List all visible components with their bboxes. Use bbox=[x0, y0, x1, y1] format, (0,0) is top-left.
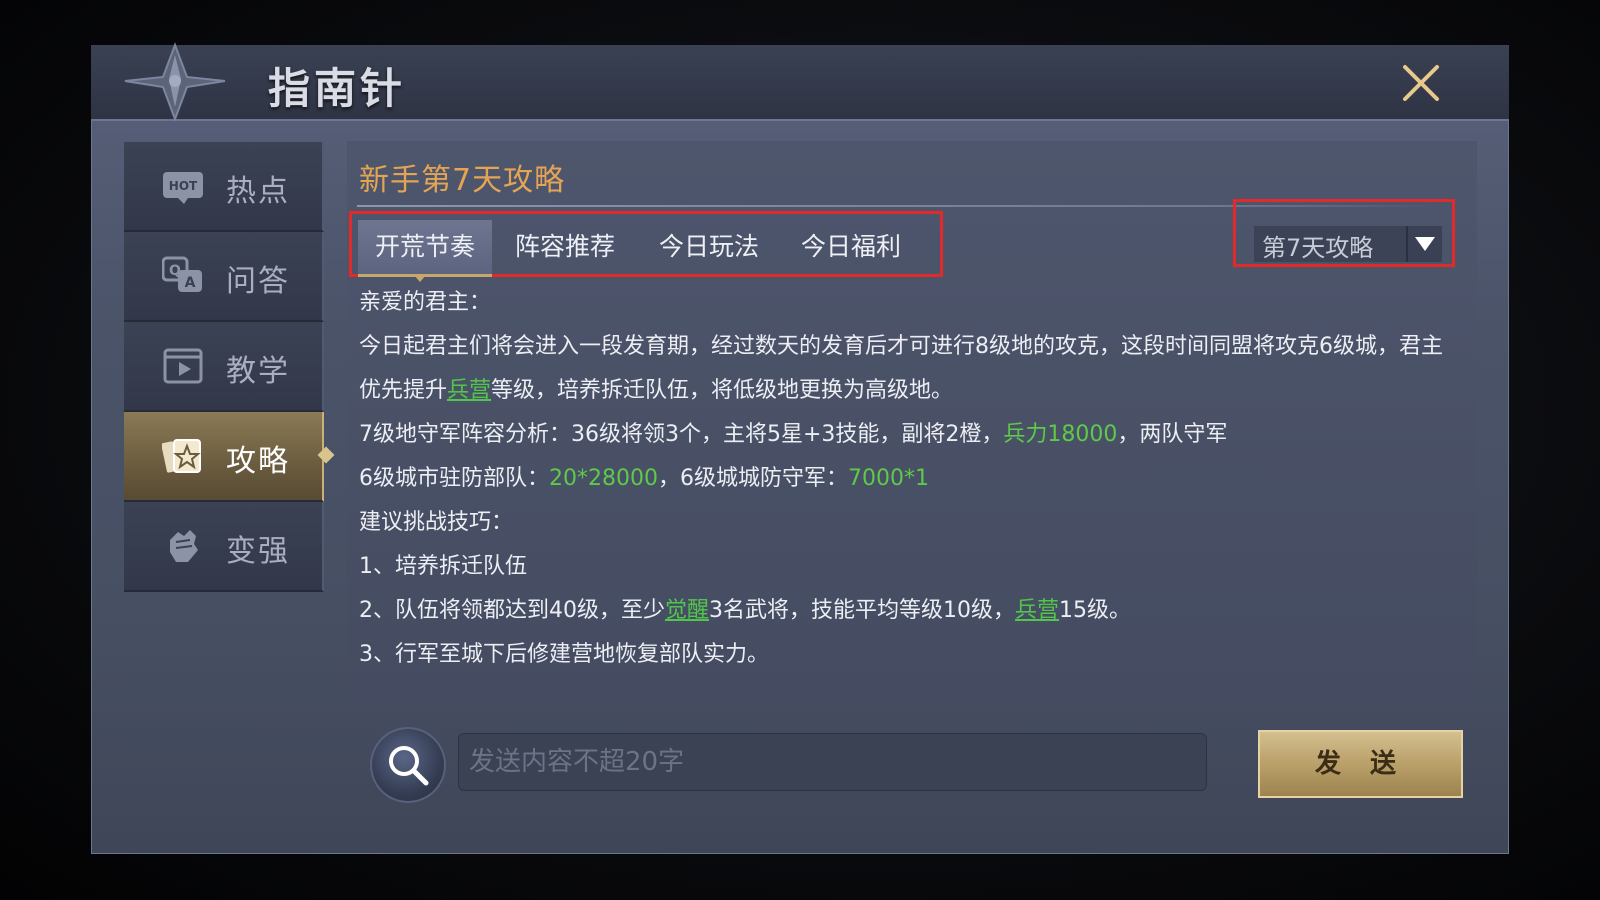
message-input[interactable] bbox=[458, 733, 1207, 791]
game-screen: 指南针 HOT 热点 Q A 问答 教学 攻略 变强 新手第7天攻略 开荒节奏 … bbox=[0, 0, 1600, 900]
content-panel: 新手第7天攻略 开荒节奏 阵容推荐 今日玩法 今日福利 第7天攻略 亲爱的君主：… bbox=[347, 141, 1477, 697]
tips-title: 建议挑战技巧： bbox=[359, 510, 514, 535]
tab-label: 阵容推荐 bbox=[514, 232, 615, 261]
sidebar-item-tutorial[interactable]: 教学 bbox=[124, 322, 324, 412]
sidebar-item-strengthen[interactable]: 变强 bbox=[124, 502, 324, 592]
svg-text:HOT: HOT bbox=[169, 179, 198, 193]
sidebar-item-strategy[interactable]: 攻略 bbox=[124, 412, 335, 502]
send-button[interactable]: 发 送 bbox=[1258, 730, 1463, 798]
compass-window: 指南针 HOT 热点 Q A 问答 教学 攻略 变强 新手第7天攻略 开荒节奏 … bbox=[91, 42, 1509, 854]
tip-2: 2、队伍将领都达到40级，至少觉醒3名武将，技能平均等级10级，兵营15级。 bbox=[359, 598, 1132, 623]
day-select-value: 第7天攻略 bbox=[1262, 234, 1374, 262]
tip-1: 1、培养拆迁队伍 bbox=[359, 554, 527, 579]
sidebar-item-qa[interactable]: Q A 问答 bbox=[124, 232, 324, 322]
tab-bar: 开荒节奏 阵容推荐 今日玩法 今日福利 bbox=[349, 211, 943, 282]
sidebar-item-label: 变强 bbox=[226, 534, 290, 569]
sidebar-item-hot[interactable]: HOT 热点 bbox=[124, 142, 324, 232]
chevron-down-icon[interactable] bbox=[1406, 226, 1442, 262]
tip-3: 3、行军至城下后修建营地恢复部队实力。 bbox=[359, 642, 769, 667]
video-icon bbox=[163, 348, 203, 384]
emblem-icon bbox=[124, 42, 226, 121]
dropdown-highlight: 第7天攻略 bbox=[1233, 199, 1455, 267]
hot-icon: HOT bbox=[163, 172, 203, 204]
troops-highlight: 兵力18000 bbox=[1003, 422, 1118, 447]
search-icon bbox=[389, 746, 429, 786]
tab-today-welfare[interactable]: 今日福利 bbox=[784, 220, 918, 274]
awaken-link[interactable]: 觉醒 bbox=[665, 598, 709, 623]
search-button[interactable] bbox=[370, 727, 446, 803]
qa-icon: Q A bbox=[162, 256, 202, 292]
svg-text:A: A bbox=[185, 275, 196, 291]
paragraph-3: 6级城市驻防部队：20*28000，6级城城防守军：7000*1 bbox=[359, 466, 929, 491]
paragraph-2: 7级地守军阵容分析：36级将领3个，主将5星+3技能，副将2橙，兵力18000，… bbox=[359, 422, 1228, 447]
garrison-highlight: 20*28000 bbox=[549, 466, 658, 491]
title-bar: 指南针 bbox=[91, 42, 1509, 121]
day-select[interactable]: 第7天攻略 bbox=[1254, 226, 1442, 262]
barracks-link[interactable]: 兵营 bbox=[1015, 598, 1059, 623]
tab-label: 开荒节奏 bbox=[374, 232, 475, 261]
window-title: 指南针 bbox=[268, 64, 407, 113]
defense-highlight: 7000*1 bbox=[847, 466, 929, 491]
greeting: 亲爱的君主： bbox=[359, 290, 492, 315]
fist-icon bbox=[170, 530, 198, 562]
sidebar-item-label: 问答 bbox=[226, 264, 290, 299]
paragraph-1: 今日起君主们将会进入一段发育期，经过数天的发育后才可进行8级地的攻克，这段时间同… bbox=[359, 334, 1443, 403]
active-indicator bbox=[317, 446, 335, 464]
sidebar-item-label: 教学 bbox=[226, 354, 290, 389]
tab-today-play[interactable]: 今日玩法 bbox=[642, 220, 776, 274]
guide-text: 亲爱的君主： 今日起君主们将会进入一段发育期，经过数天的发育后才可进行8级地的攻… bbox=[359, 281, 1459, 677]
tab-label: 今日福利 bbox=[800, 232, 901, 261]
sidebar-item-label: 热点 bbox=[226, 174, 290, 209]
tab-label: 今日玩法 bbox=[658, 232, 759, 261]
tab-reclaim-rhythm[interactable]: 开荒节奏 bbox=[358, 220, 492, 282]
tab-lineup[interactable]: 阵容推荐 bbox=[498, 220, 632, 274]
barracks-link[interactable]: 兵营 bbox=[447, 378, 491, 403]
sidebar: HOT 热点 Q A 问答 教学 攻略 变强 bbox=[124, 142, 335, 594]
star-card-icon bbox=[162, 439, 201, 473]
content-title: 新手第7天攻略 bbox=[359, 163, 566, 198]
close-icon[interactable] bbox=[1397, 59, 1445, 107]
sidebar-item-label: 攻略 bbox=[226, 444, 290, 479]
